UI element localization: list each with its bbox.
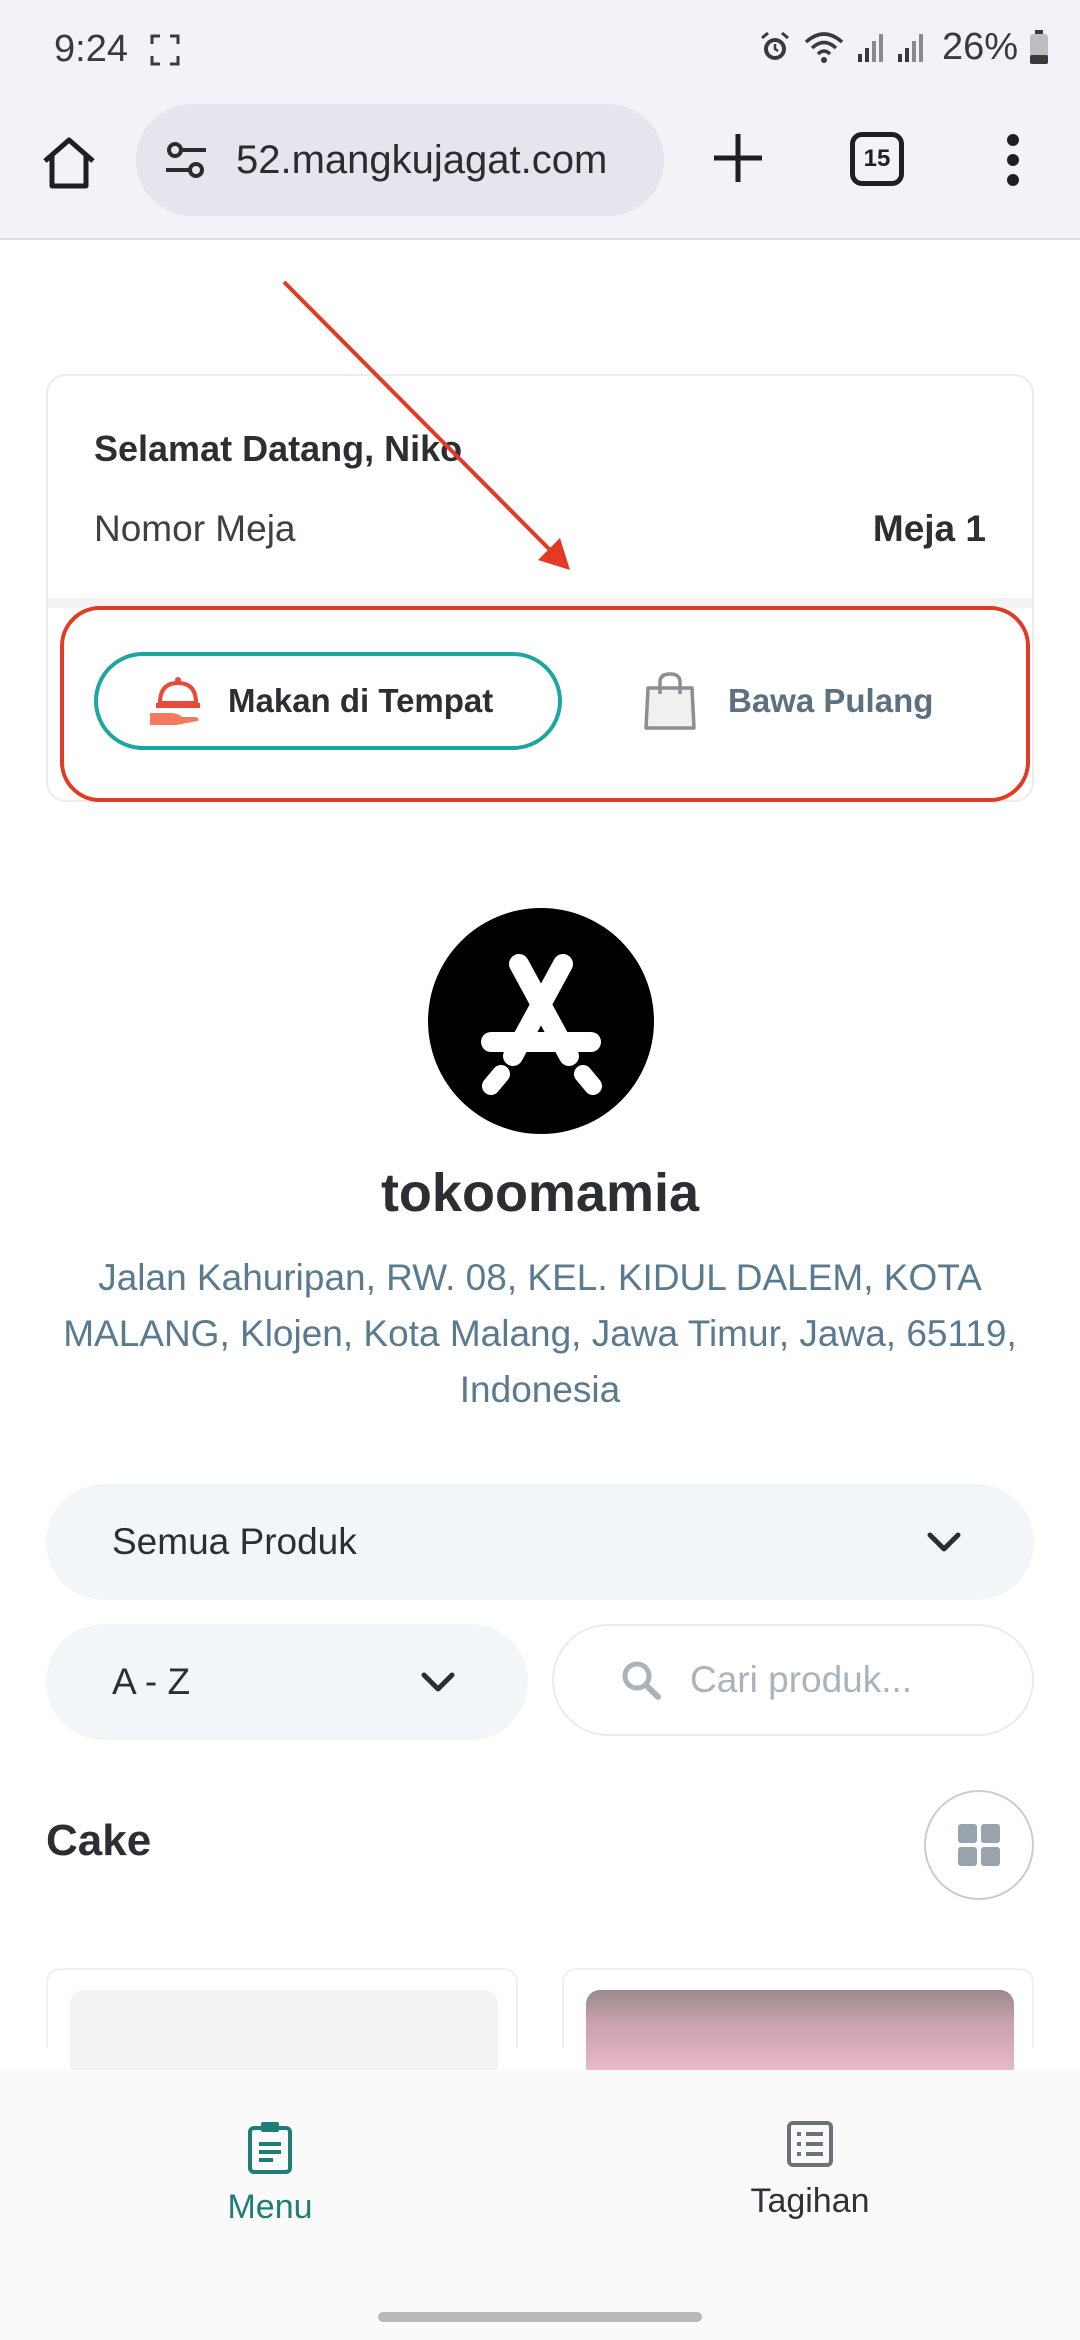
grid-view-toggle[interactable] bbox=[924, 1790, 1034, 1900]
search-icon bbox=[622, 1661, 661, 1700]
more-options-icon[interactable] bbox=[988, 130, 1038, 190]
nav-bill[interactable]: Tagihan bbox=[660, 2120, 960, 2221]
chevron-down-icon bbox=[927, 1532, 961, 1552]
section-title: Cake bbox=[46, 1816, 152, 1865]
chevron-down-icon bbox=[421, 1672, 455, 1692]
annotation-arrow bbox=[282, 280, 570, 570]
status-time: 9:24 bbox=[54, 28, 128, 70]
tab-count: 15 bbox=[863, 145, 891, 172]
product-search[interactable] bbox=[552, 1624, 1034, 1736]
product-card[interactable] bbox=[46, 1968, 518, 2070]
tab-switcher-button[interactable]: 15 bbox=[850, 132, 904, 186]
category-select[interactable]: Semua Produk bbox=[46, 1484, 1034, 1600]
gesture-handle[interactable] bbox=[378, 2312, 702, 2322]
app-store-icon bbox=[481, 954, 602, 1095]
wifi-icon bbox=[804, 32, 844, 63]
signal-icon-1 bbox=[857, 34, 883, 62]
alarm-icon bbox=[760, 31, 789, 60]
product-image bbox=[586, 1990, 1014, 2070]
browser-toolbar: 52.mangkujagat.com 15 bbox=[0, 100, 1080, 240]
status-bar: 9:24 26% bbox=[0, 0, 1080, 100]
nav-bill-label: Tagihan bbox=[750, 2182, 870, 2220]
search-input[interactable] bbox=[690, 1659, 950, 1701]
battery-icon bbox=[1030, 30, 1048, 64]
bill-list-icon bbox=[787, 2121, 833, 2167]
signal-icon-2 bbox=[897, 34, 923, 62]
clipboard-icon bbox=[248, 2122, 292, 2174]
product-card[interactable] bbox=[562, 1968, 1034, 2070]
store-name: tokoomamia bbox=[380, 1163, 700, 1223]
bottom-navigation: Menu Tagihan bbox=[0, 2070, 1080, 2340]
address-bar[interactable]: 52.mangkujagat.com bbox=[136, 104, 664, 216]
product-image-placeholder bbox=[70, 1990, 498, 2070]
status-icons: 26% bbox=[758, 22, 1050, 72]
site-settings-icon[interactable] bbox=[160, 134, 212, 186]
new-tab-icon[interactable] bbox=[702, 122, 774, 194]
nav-menu[interactable]: Menu bbox=[120, 2120, 420, 2227]
table-number-label: Nomor Meja bbox=[94, 508, 296, 549]
category-value: Semua Produk bbox=[112, 1521, 357, 1562]
url-text[interactable]: 52.mangkujagat.com bbox=[236, 138, 607, 183]
battery-percent: 26% bbox=[941, 25, 1018, 68]
home-icon bbox=[43, 137, 95, 189]
nav-menu-label: Menu bbox=[227, 2188, 313, 2226]
grid-icon bbox=[958, 1824, 1000, 1866]
sort-select[interactable]: A - Z bbox=[46, 1624, 528, 1740]
sort-value: A - Z bbox=[112, 1661, 191, 1702]
screenshot-icon bbox=[150, 34, 180, 66]
table-number-value: Meja 1 bbox=[872, 508, 986, 549]
store-logo bbox=[428, 908, 654, 1134]
home-button[interactable] bbox=[34, 128, 104, 198]
store-address: Jalan Kahuripan, RW. 08, KEL. KIDUL DALE… bbox=[63, 1257, 1017, 1410]
highlight-annotation bbox=[60, 606, 1030, 802]
